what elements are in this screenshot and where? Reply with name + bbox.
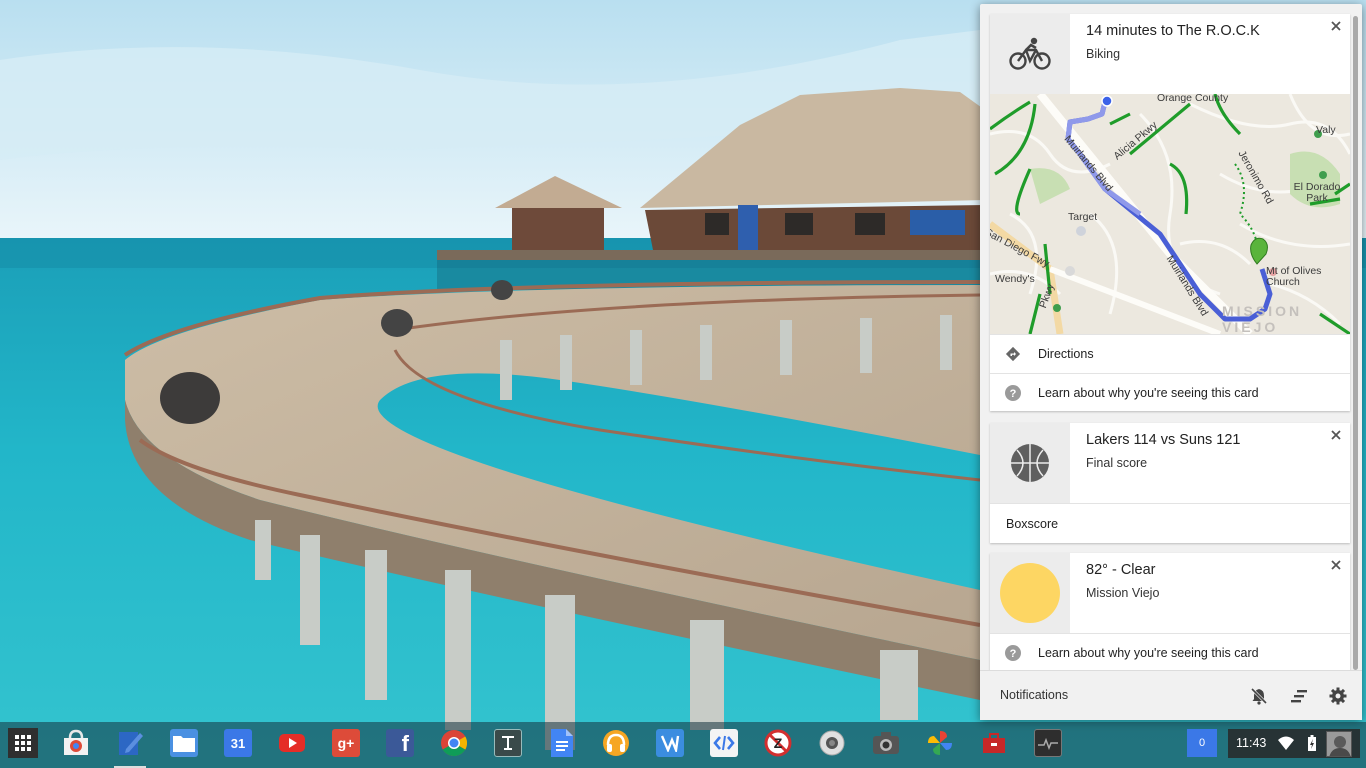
help-icon: ?	[1005, 385, 1021, 401]
bicycle-icon	[990, 14, 1070, 94]
close-icon[interactable]	[1329, 428, 1343, 442]
close-icon[interactable]	[1329, 19, 1343, 33]
app-launcher-icon[interactable]	[8, 728, 38, 758]
notification-card-score[interactable]: Lakers 114 vs Suns 121 Final score Boxsc…	[990, 423, 1350, 543]
screenshot-icon[interactable]	[872, 729, 900, 757]
notifications-label: Notifications	[1000, 688, 1069, 702]
close-icon[interactable]	[1329, 558, 1343, 572]
clear-all-icon[interactable]	[1289, 686, 1309, 706]
sun-icon	[990, 553, 1070, 633]
battery-icon	[1308, 735, 1316, 756]
svg-text:?: ?	[1010, 388, 1017, 400]
chrome-icon[interactable]	[440, 729, 468, 757]
files-icon[interactable]	[170, 729, 198, 757]
notification-footer: Notifications	[980, 670, 1362, 720]
map-label: Target	[1068, 211, 1098, 223]
photos-icon[interactable]	[926, 729, 954, 757]
help-icon: ?	[1005, 645, 1021, 661]
youtube-icon[interactable]	[278, 729, 306, 757]
card-subtitle: Final score	[1086, 456, 1148, 470]
notes-icon[interactable]	[116, 729, 144, 757]
code-editor-icon[interactable]	[710, 729, 738, 757]
map-label: Wendy's	[995, 273, 1035, 285]
card-subtitle: Biking	[1086, 47, 1121, 61]
web-store-icon[interactable]	[62, 729, 90, 757]
music-icon[interactable]	[602, 729, 630, 757]
toolbox-icon[interactable]	[980, 729, 1008, 757]
tweetdeck-icon[interactable]	[656, 729, 684, 757]
directions-icon	[1005, 346, 1021, 362]
card-title: 14 minutes to The R.O.C.K	[1086, 23, 1260, 39]
notification-center: 14 minutes to The R.O.C.K Biking Orange …	[980, 4, 1362, 720]
card-subtitle: Mission Viejo	[1086, 586, 1160, 600]
camera-icon[interactable]	[818, 729, 846, 757]
do-not-disturb-icon[interactable]	[1249, 686, 1269, 706]
notification-count-badge[interactable]: 0	[1187, 729, 1217, 757]
notification-card-biking[interactable]: 14 minutes to The R.O.C.K Biking Orange …	[990, 14, 1350, 411]
status-tray[interactable]: 11:43	[1228, 729, 1360, 758]
avatar	[1326, 731, 1352, 757]
learn-why-button[interactable]: ? Learn about why you're seeing this car…	[990, 373, 1350, 412]
docs-icon[interactable]	[548, 729, 576, 757]
block-app-icon[interactable]: Z	[764, 729, 792, 757]
boxscore-button[interactable]: Boxscore	[990, 503, 1350, 543]
facebook-icon[interactable]: f	[386, 729, 414, 757]
shelf: 31 g+ f Z	[0, 722, 1366, 768]
card-title: Lakers 114 vs Suns 121	[1086, 432, 1241, 448]
basketball-icon	[990, 423, 1070, 503]
clock: 11:43	[1236, 736, 1267, 750]
system-monitor-icon[interactable]	[1034, 729, 1062, 757]
notification-list[interactable]: 14 minutes to The R.O.C.K Biking Orange …	[980, 4, 1362, 671]
map-label: Valy	[1316, 124, 1336, 136]
calendar-icon[interactable]: 31	[224, 729, 252, 757]
route-map[interactable]: Orange County Valy Alicia Pkwy Muirlands…	[990, 94, 1350, 334]
card-title: 82° - Clear	[1086, 562, 1156, 578]
google-plus-icon[interactable]: g+	[332, 729, 360, 757]
svg-text:Z: Z	[774, 735, 783, 751]
scrollbar[interactable]	[1353, 16, 1358, 670]
map-label: El Dorado Park	[1293, 181, 1341, 204]
notification-card-weather[interactable]: 82° - Clear Mission Viejo ? Learn about …	[990, 553, 1350, 671]
wifi-icon	[1278, 736, 1294, 755]
settings-gear-icon[interactable]	[1328, 686, 1348, 706]
learn-why-button[interactable]: ? Learn about why you're seeing this car…	[990, 633, 1350, 671]
map-label: Mt of Olives Church	[1266, 265, 1322, 288]
svg-text:?: ?	[1010, 648, 1017, 660]
text-editor-icon[interactable]	[494, 729, 522, 757]
directions-button[interactable]: Directions	[990, 334, 1350, 373]
map-label: Orange County	[1157, 94, 1229, 104]
map-label: MISSION VIEJO	[1222, 303, 1303, 334]
